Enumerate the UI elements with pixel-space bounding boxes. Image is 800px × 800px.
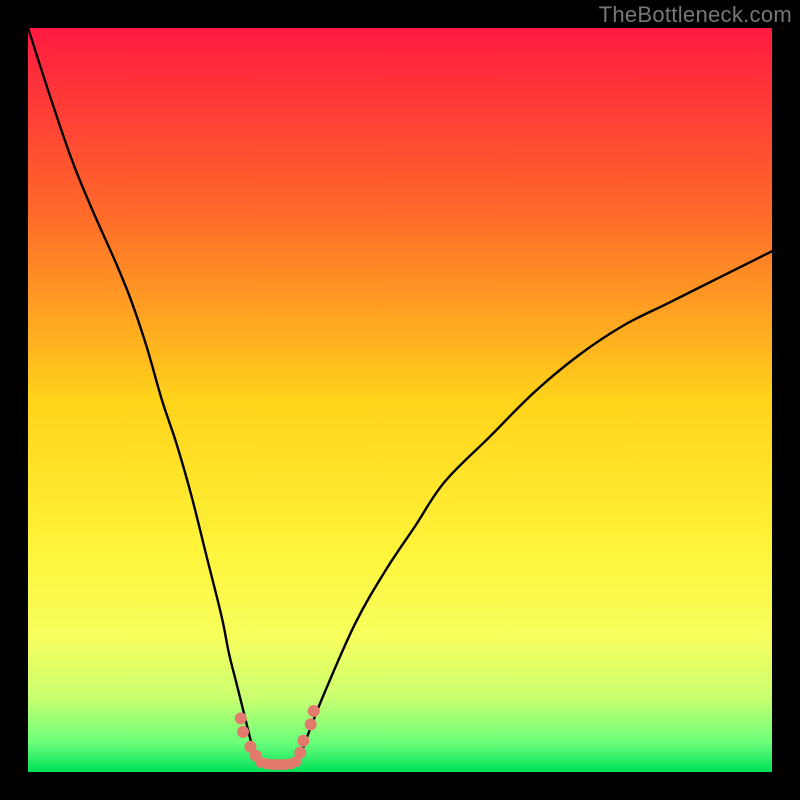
marker-markers-right (305, 718, 317, 730)
marker-markers-left (235, 712, 247, 724)
watermark-text: TheBottleneck.com (599, 2, 792, 28)
plot-area (28, 28, 772, 772)
chart-frame: TheBottleneck.com (0, 0, 800, 800)
marker-markers-left (237, 726, 249, 738)
marker-markers-right (308, 705, 320, 717)
marker-markers-right (297, 735, 309, 747)
gradient-background (28, 28, 772, 772)
chart-svg (28, 28, 772, 772)
marker-valley-dots (290, 756, 301, 767)
